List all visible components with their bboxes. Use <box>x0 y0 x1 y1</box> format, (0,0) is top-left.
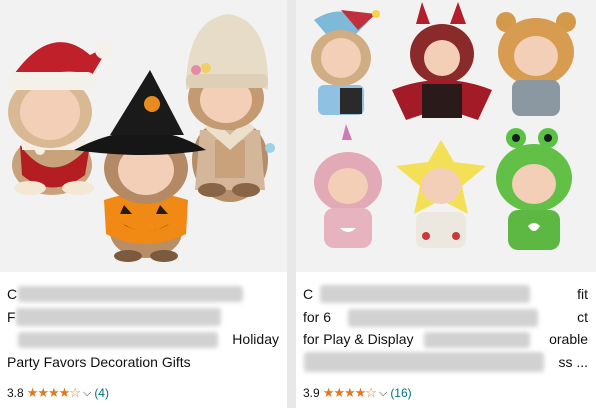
rating-row-1[interactable]: 3.8 ★★★★☆ ⌵ (4) <box>7 385 109 401</box>
redaction-blur <box>18 286 243 302</box>
review-count-link[interactable]: (4) <box>94 386 109 400</box>
pink-unicorn-doll <box>314 124 382 248</box>
review-count-link[interactable]: (16) <box>390 386 411 400</box>
star-hood-doll <box>396 140 486 248</box>
redaction-blur <box>304 352 544 372</box>
chevron-down-icon[interactable]: ⌵ <box>379 387 387 400</box>
rating-value: 3.9 <box>303 386 320 400</box>
santa-doll <box>8 41 113 195</box>
bear-hood-doll <box>496 12 576 116</box>
chevron-down-icon[interactable]: ⌵ <box>83 387 91 400</box>
frog-hood-doll <box>496 128 572 250</box>
product-image-1[interactable] <box>0 0 287 272</box>
product-image-2[interactable] <box>296 0 596 272</box>
redaction-blur <box>424 332 530 348</box>
product-card-1[interactable]: C F Holiday Party Favors Decoration Gift… <box>0 0 287 408</box>
witch-pumpkin-doll <box>74 70 206 262</box>
knit-hat-doll <box>186 14 275 202</box>
jester-doll <box>311 10 380 115</box>
rating-row-2[interactable]: 3.9 ★★★★☆ ⌵ (16) <box>303 385 412 401</box>
redaction-blur <box>18 332 218 348</box>
rating-value: 3.8 <box>7 386 24 400</box>
star-rating-icon[interactable]: ★★★★☆ <box>27 385 81 401</box>
doll-photo-1 <box>8 14 275 262</box>
star-rating-icon[interactable]: ★★★★☆ <box>323 385 377 401</box>
title-line: Party Favors Decoration Gifts <box>7 353 191 370</box>
redaction-blur <box>348 309 538 327</box>
doll-photo-2 <box>311 2 576 250</box>
product-card-2[interactable]: Cfit for 6 ct for Play & Display orable ss… <box>296 0 596 408</box>
redaction-blur <box>16 308 221 326</box>
devil-cape-doll <box>392 2 492 120</box>
redaction-blur <box>320 285 530 303</box>
